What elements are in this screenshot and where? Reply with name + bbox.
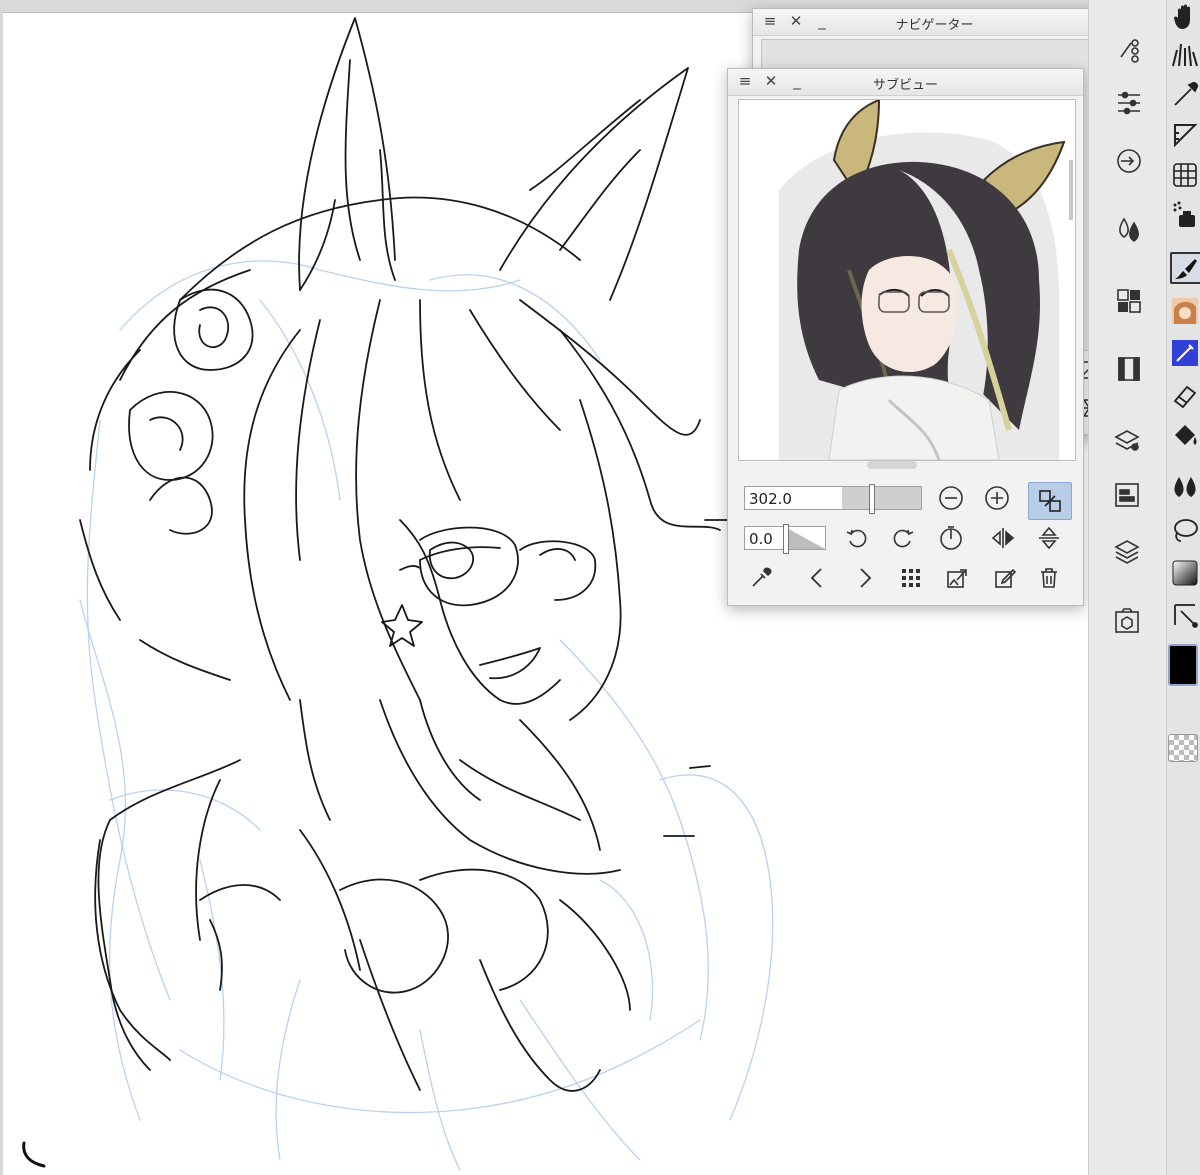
brush-icon[interactable]: [1170, 252, 1200, 284]
layer-property-icon[interactable]: [1112, 424, 1142, 454]
reference-image-preview[interactable]: [738, 99, 1076, 461]
color-set-icon[interactable]: [1114, 214, 1144, 244]
lasso-icon[interactable]: [1170, 516, 1200, 546]
ruler-icon[interactable]: [1170, 120, 1200, 150]
fit-to-window-icon[interactable]: [1028, 482, 1072, 520]
zoom-out-icon[interactable]: [936, 483, 966, 513]
zoom-slider[interactable]: 302.0: [744, 484, 922, 514]
gradient-icon[interactable]: [1170, 558, 1200, 588]
rotation-control-row: 0.0: [736, 521, 1074, 557]
fill-bucket-icon[interactable]: [1170, 420, 1200, 450]
zoom-control-row: 302.0: [736, 482, 1074, 520]
history-icon[interactable]: [1112, 536, 1142, 566]
rotate-right-icon[interactable]: [888, 523, 918, 553]
3d-material-icon[interactable]: [1112, 606, 1142, 636]
grid-icon[interactable]: [896, 563, 926, 593]
sub-tool-detail-icon[interactable]: [1114, 34, 1144, 64]
zoom-slider-fill: [841, 487, 921, 509]
hand-icon[interactable]: [1170, 2, 1200, 32]
animation-icon[interactable]: [1114, 354, 1144, 384]
navigator-title-bar[interactable]: ≡ ✕ _ ナビゲーター: [753, 9, 1116, 36]
trash-icon[interactable]: [1034, 563, 1064, 593]
preview-resize-handle[interactable]: [867, 461, 917, 469]
subview-panel: ≡ ✕ _ サブビュー 302.0 0.0: [727, 68, 1084, 606]
reset-rotation-icon[interactable]: [936, 523, 966, 553]
rotate-left-icon[interactable]: [842, 523, 872, 553]
rotation-slider-thumb[interactable]: [783, 524, 789, 554]
rotation-slider[interactable]: 0.0: [744, 524, 826, 554]
spray-icon[interactable]: [1170, 200, 1200, 230]
subview-title-bar[interactable]: ≡ ✕ _ サブビュー: [728, 69, 1083, 96]
blue-pen-icon[interactable]: [1170, 338, 1200, 368]
previous-image-icon[interactable]: [802, 563, 832, 593]
subview-title: サブビュー: [872, 78, 938, 93]
navigator-title: ナビゲーター: [895, 18, 974, 33]
rotation-value: 0.0: [749, 530, 773, 548]
move-icon[interactable]: [1170, 600, 1200, 630]
layer-icon[interactable]: [1112, 480, 1142, 510]
flip-horizontal-icon[interactable]: [988, 523, 1018, 553]
cursor-mark: [22, 1141, 46, 1168]
reference-thumbnail-icon[interactable]: [1170, 296, 1200, 326]
import-image-icon[interactable]: [942, 563, 972, 593]
blend-icon[interactable]: [1170, 472, 1200, 502]
grid-icon[interactable]: [1170, 160, 1200, 190]
subview-toolbar: [736, 561, 1074, 597]
line-art-layer: [79, 17, 729, 1092]
zoom-value: 302.0: [749, 490, 792, 508]
navigator-icon[interactable]: [1114, 146, 1144, 176]
reference-character-image: [739, 100, 1075, 460]
eraser-icon[interactable]: [1170, 380, 1200, 410]
zoom-slider-thumb[interactable]: [868, 484, 875, 514]
next-image-icon[interactable]: [850, 563, 880, 593]
flip-vertical-icon[interactable]: [1034, 523, 1064, 553]
grass-brush-icon[interactable]: [1170, 40, 1200, 70]
material-icon[interactable]: [1114, 286, 1144, 316]
main-color-swatch[interactable]: [1168, 644, 1198, 686]
zoom-in-icon[interactable]: [982, 483, 1012, 513]
palette-bar: [1088, 0, 1167, 1175]
edit-image-icon[interactable]: [990, 563, 1020, 593]
tool-property-icon[interactable]: [1114, 86, 1144, 116]
transparent-color-swatch[interactable]: [1168, 734, 1198, 762]
pen-icon[interactable]: [1170, 80, 1200, 110]
eyedropper-icon[interactable]: [746, 563, 776, 593]
